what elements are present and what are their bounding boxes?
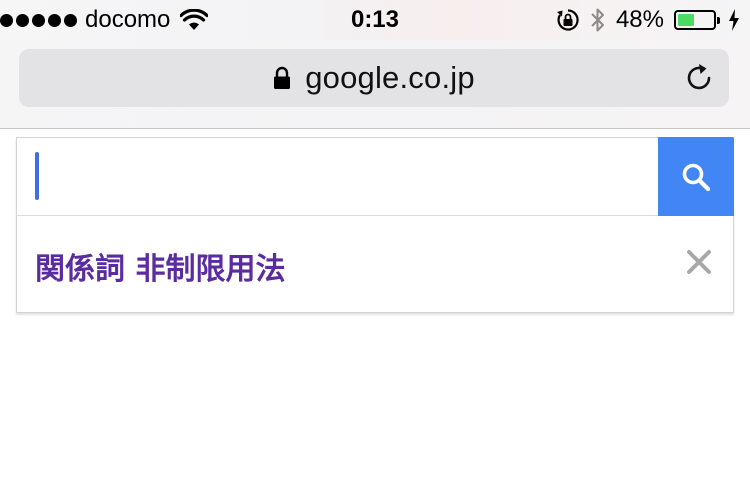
remove-suggestion-button[interactable] <box>681 244 717 280</box>
suggestion-text[interactable]: 関係詞 非制限用法 <box>35 244 285 288</box>
signal-dots-icon <box>0 13 77 27</box>
text-caret <box>35 152 39 200</box>
battery-percent: 48% <box>615 6 664 33</box>
status-bar: docomo 0:13 48% <box>0 0 750 40</box>
rotation-lock-icon <box>556 9 579 31</box>
carrier-name: docomo <box>85 6 171 33</box>
url-text: google.co.jp <box>305 60 475 95</box>
close-icon <box>687 250 711 274</box>
battery-fill <box>678 14 694 26</box>
search-icon <box>682 163 711 191</box>
suggestion-item[interactable]: 関係詞 非制限用法 <box>17 216 733 312</box>
bluetooth-icon <box>591 8 604 32</box>
battery-icon <box>674 10 720 30</box>
search-box: 関係詞 非制限用法 <box>16 137 734 313</box>
status-bar-left: docomo <box>0 6 209 34</box>
reload-icon[interactable] <box>685 63 715 93</box>
search-input-row <box>17 137 734 216</box>
address-bar-content: google.co.jp <box>19 49 729 107</box>
browser-toolbar: google.co.jp <box>0 40 750 129</box>
wifi-icon <box>180 9 209 30</box>
status-bar-right: 48% <box>556 6 740 34</box>
search-button[interactable] <box>658 137 734 216</box>
search-input[interactable] <box>17 138 659 215</box>
address-bar[interactable]: google.co.jp <box>19 49 729 107</box>
lock-icon <box>274 66 291 89</box>
charging-bolt-icon <box>729 9 739 31</box>
